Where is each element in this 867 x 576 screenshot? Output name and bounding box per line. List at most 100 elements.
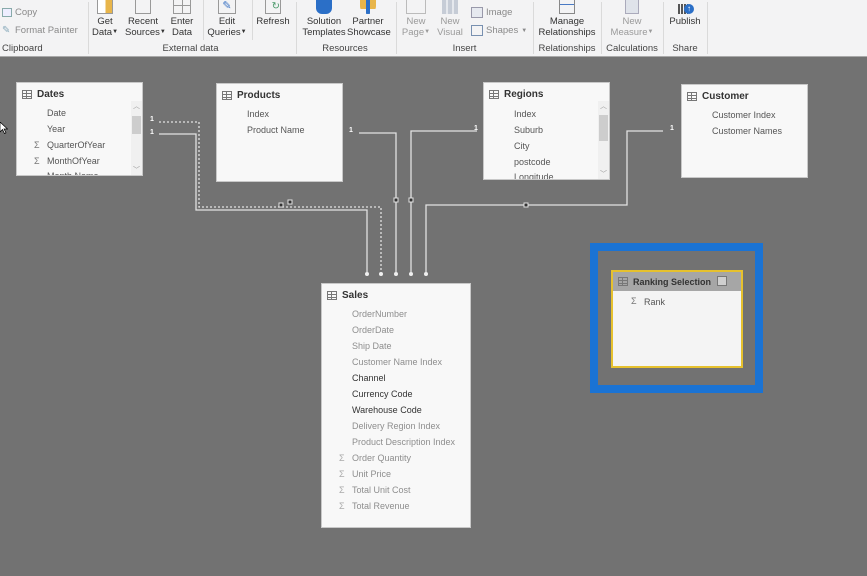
field-month-of-year[interactable]: MonthOfYear	[47, 156, 100, 166]
field-customer-name-index[interactable]: Customer Name Index	[352, 357, 442, 367]
field-date[interactable]: Date	[47, 108, 66, 118]
field-order-quantity[interactable]: Order Quantity	[352, 453, 411, 463]
field-year[interactable]: Year	[47, 124, 65, 134]
table-card-sales[interactable]: Sales OrderNumber OrderDate Ship Date Cu…	[321, 283, 471, 528]
image-icon	[471, 7, 483, 18]
field-suburb[interactable]: Suburb	[514, 125, 543, 135]
scrollbar[interactable]: ︿ ﹀	[131, 101, 142, 175]
scrollbar-thumb[interactable]	[599, 115, 608, 141]
table-header[interactable]: Ranking Selection	[613, 272, 741, 291]
manage-relationships-button[interactable]: Manage Relationships	[536, 0, 598, 38]
relationship-line-products[interactable]	[359, 132, 397, 272]
external-data-group-label: External data	[162, 43, 219, 54]
table-card-ranking-selection[interactable]: Ranking Selection Σ Rank	[611, 270, 743, 368]
field-product-name[interactable]: Product Name	[247, 125, 305, 135]
get-data-button[interactable]: Get Data▼	[92, 0, 118, 38]
cardinality-one-label: 1	[349, 127, 353, 134]
field-order-number[interactable]: OrderNumber	[352, 309, 407, 319]
field-currency-code[interactable]: Currency Code	[352, 389, 413, 399]
new-measure-button[interactable]: New Measure▼	[606, 0, 658, 38]
field-index[interactable]: Index	[514, 109, 536, 119]
publish-icon: ↑	[676, 0, 694, 14]
refresh-icon: ↻	[265, 0, 281, 14]
sigma-icon: Σ	[34, 156, 40, 166]
partner-showcase-icon	[360, 0, 376, 14]
table-icon	[618, 277, 628, 286]
scroll-down-icon[interactable]: ﹀	[598, 171, 609, 179]
table-card-products[interactable]: Products Index Product Name	[216, 83, 343, 182]
scroll-down-icon[interactable]: ﹀	[131, 167, 142, 175]
relationship-diagram-canvas[interactable]: 1 1 1 1 1 Dates Date Year Σ QuarterOfYea…	[0, 58, 867, 576]
field-warehouse-code[interactable]: Warehouse Code	[352, 405, 422, 415]
table-header[interactable]: Regions	[484, 83, 609, 105]
many-cardinality-marker	[365, 272, 369, 276]
dropdown-caret-icon: ▼	[159, 29, 166, 35]
table-header[interactable]: Sales	[322, 284, 470, 306]
solution-templates-icon	[316, 0, 332, 14]
solution-templates-button[interactable]: Solution Templates	[302, 0, 346, 38]
scrollbar[interactable]: ︿ ﹀	[598, 101, 609, 179]
refresh-button[interactable]: ↻ Refresh	[255, 0, 291, 27]
relationship-direction-marker	[408, 197, 414, 203]
table-card-customer[interactable]: Customer Customer Index Customer Names	[681, 84, 808, 178]
partner-showcase-button[interactable]: Partner Showcase	[347, 0, 391, 38]
sigma-icon: Σ	[339, 485, 345, 495]
divider	[203, 0, 204, 40]
shapes-button[interactable]: Shapes ▼	[471, 25, 527, 36]
new-visual-button[interactable]: New Visual	[435, 0, 465, 38]
many-cardinality-marker	[409, 272, 413, 276]
cardinality-one-label: 1	[474, 125, 478, 132]
collapse-icon[interactable]	[717, 276, 727, 286]
recent-sources-icon	[135, 0, 151, 14]
table-header[interactable]: Products	[217, 84, 342, 106]
ribbon: Copy ✎ Format Painter Clipboard Get Data…	[0, 0, 867, 57]
field-ship-date[interactable]: Ship Date	[352, 341, 392, 351]
field-delivery-region-index[interactable]: Delivery Region Index	[352, 421, 440, 431]
dropdown-caret-icon: ▼	[424, 29, 431, 35]
table-header[interactable]: Dates	[17, 83, 142, 105]
copy-icon	[2, 8, 12, 17]
relationship-direction-marker	[393, 197, 399, 203]
field-longitude[interactable]: Longitude	[514, 172, 554, 179]
scroll-up-icon[interactable]: ︿	[598, 103, 609, 111]
recent-sources-button[interactable]: Recent Sources▼	[125, 0, 166, 38]
field-customer-names[interactable]: Customer Names	[712, 126, 782, 136]
new-page-button[interactable]: New Page▼	[401, 0, 431, 38]
field-month-name[interactable]: Month Name	[47, 171, 99, 175]
field-total-revenue[interactable]: Total Revenue	[352, 501, 410, 511]
field-total-unit-cost[interactable]: Total Unit Cost	[352, 485, 411, 495]
many-cardinality-marker	[394, 272, 398, 276]
field-order-date[interactable]: OrderDate	[352, 325, 394, 335]
table-header[interactable]: Customer	[682, 85, 807, 107]
edit-queries-button[interactable]: ✎ Edit Queries▼	[207, 0, 247, 38]
sigma-icon: Σ	[339, 453, 345, 463]
field-city[interactable]: City	[514, 141, 530, 151]
sigma-icon: Σ	[34, 140, 40, 150]
cardinality-one-label: 1	[150, 116, 154, 123]
table-card-regions[interactable]: Regions Index Suburb City postcode Longi…	[483, 82, 610, 180]
edit-queries-icon: ✎	[218, 0, 236, 14]
share-group: ↑ Publish Share	[664, 0, 706, 57]
table-card-dates[interactable]: Dates Date Year Σ QuarterOfYear Σ MonthO…	[16, 82, 143, 176]
image-button[interactable]: Image	[471, 7, 512, 18]
sigma-icon: Σ	[339, 469, 345, 479]
copy-button[interactable]: Copy	[2, 7, 37, 18]
scroll-up-icon[interactable]: ︿	[131, 103, 142, 111]
field-product-description-index[interactable]: Product Description Index	[352, 437, 455, 447]
publish-button[interactable]: ↑ Publish	[666, 0, 704, 27]
relationship-line-regions[interactable]	[410, 130, 477, 272]
get-data-icon	[97, 0, 113, 14]
dropdown-caret-icon: ▼	[240, 29, 247, 35]
scrollbar-thumb[interactable]	[132, 116, 141, 134]
divider	[252, 0, 253, 40]
group-divider	[707, 2, 708, 54]
enter-data-button[interactable]: Enter Data	[169, 0, 195, 38]
field-customer-index[interactable]: Customer Index	[712, 110, 776, 120]
format-painter-button[interactable]: ✎ Format Painter	[2, 25, 78, 36]
field-rank[interactable]: Rank	[644, 297, 665, 307]
field-channel[interactable]: Channel	[352, 373, 386, 383]
field-quarter-of-year[interactable]: QuarterOfYear	[47, 140, 105, 150]
field-postcode[interactable]: postcode	[514, 157, 551, 167]
field-unit-price[interactable]: Unit Price	[352, 469, 391, 479]
field-index[interactable]: Index	[247, 109, 269, 119]
